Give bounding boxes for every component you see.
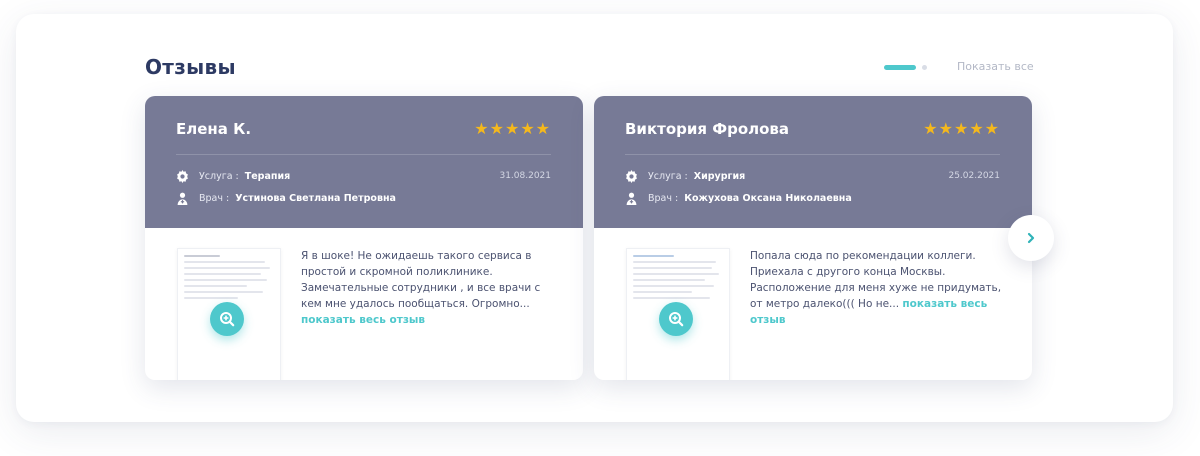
show-full-review-link[interactable]: показать весь отзыв [301,314,425,326]
rating-stars: ★★★★★ [474,119,551,138]
doctor-value: Устинова Светлана Петровна [235,193,396,204]
doctor-icon [177,192,188,205]
review-card: Виктория Фролова ★★★★★ Услуга : Хирургия… [594,96,1032,380]
reviewer-name: Елена К. [176,120,252,138]
carousel-next-button[interactable] [1008,215,1054,261]
zoom-button[interactable] [659,302,693,336]
zoom-in-icon [669,312,684,327]
gear-icon [177,170,188,183]
doctor-value: Кожухова Оксана Николаевна [684,193,852,204]
review-date: 31.08.2021 [499,171,551,181]
header-divider [176,154,551,155]
doctor-label: Врач : [648,193,679,204]
review-date: 25.02.2021 [948,171,1000,181]
rating-stars: ★★★★★ [923,119,1000,138]
service-row: Услуга : Терапия [176,170,290,183]
service-label: Услуга : [199,171,239,182]
review-card-header: Виктория Фролова ★★★★★ Услуга : Хирургия… [594,96,1032,228]
header-divider [625,154,1000,155]
service-value: Терапия [244,171,291,182]
pagination-dot-active[interactable] [884,64,916,70]
section-title: Отзывы [145,55,236,79]
service-label: Услуга : [648,171,688,182]
document-preview-lines [184,255,274,303]
review-card-header: Елена К. ★★★★★ Услуга : Терапия 31.08.20… [145,96,583,228]
doctor-row: Врач : Кожухова Оксана Николаевна [625,192,852,205]
review-text: Я в шоке! Не ожидаешь такого сервиса в п… [301,248,559,328]
service-row: Услуга : Хирургия [625,170,745,183]
gear-icon [626,170,637,183]
document-preview-lines [633,255,723,303]
review-card: Елена К. ★★★★★ Услуга : Терапия 31.08.20… [145,96,583,380]
review-excerpt: Я в шоке! Не ожидаешь такого сервиса в п… [301,250,541,310]
doctor-label: Врач : [199,193,230,204]
carousel-pagination [884,64,927,70]
doctor-row: Врач : Устинова Светлана Петровна [176,192,396,205]
pagination-dot[interactable] [922,64,927,70]
chevron-right-icon [1027,232,1035,244]
service-value: Хирургия [693,171,746,182]
doctor-icon [626,192,637,205]
show-all-link[interactable]: Показать все [957,60,1034,73]
zoom-in-icon [220,312,235,327]
reviewer-name: Виктория Фролова [625,120,790,138]
review-text: Попала сюда по рекомендации коллеги. При… [750,248,1008,328]
zoom-button[interactable] [210,302,244,336]
